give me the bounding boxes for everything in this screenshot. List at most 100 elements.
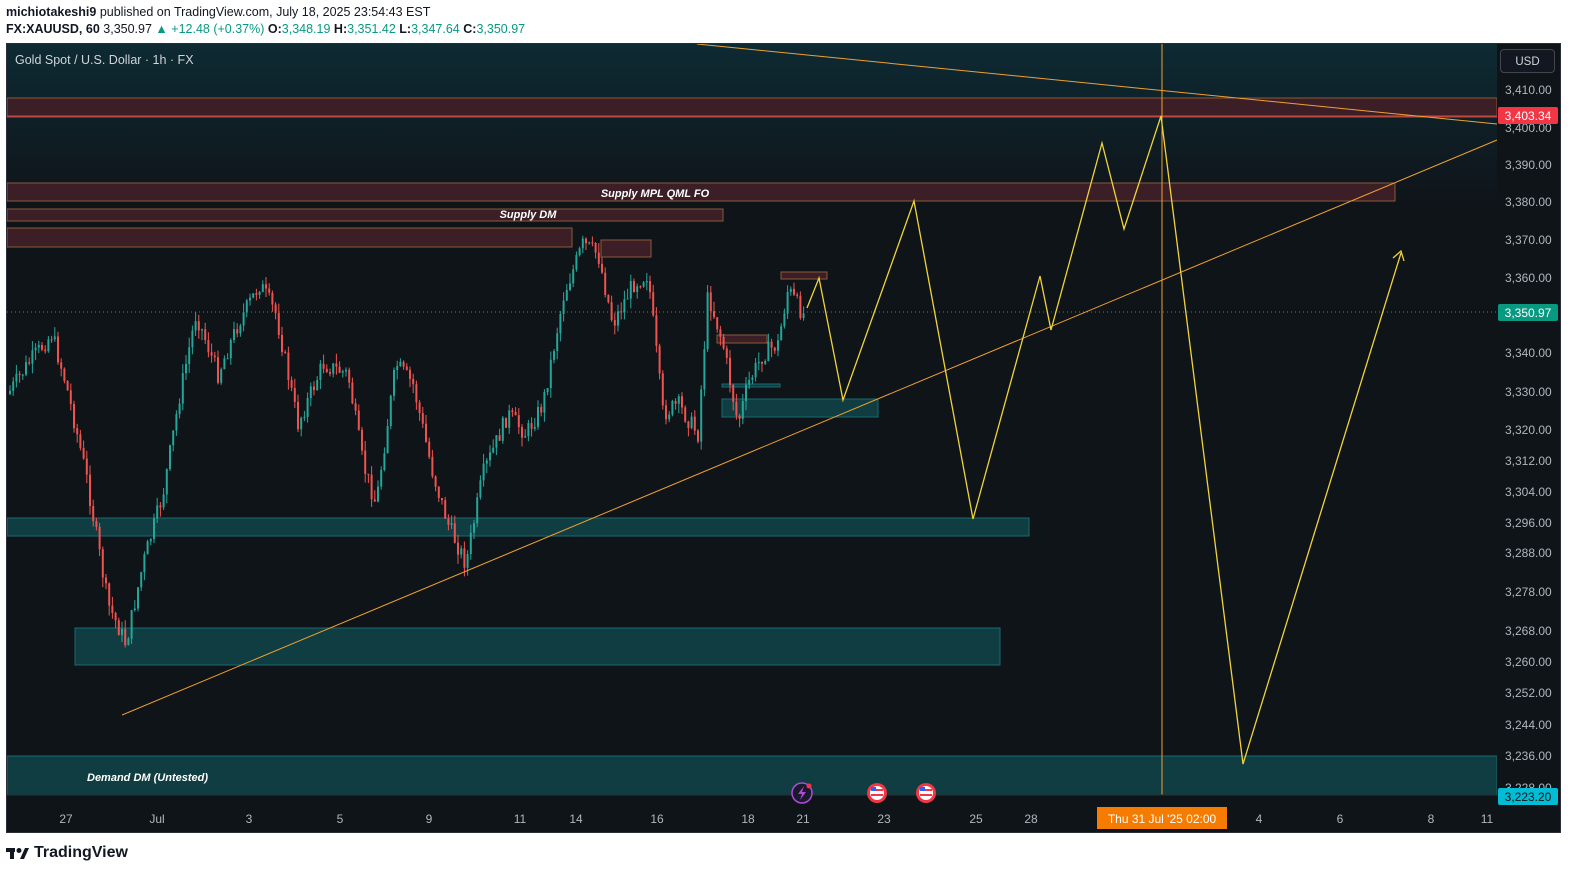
- candle-body: [553, 351, 555, 360]
- chart-frame[interactable]: Supply MPL QML FO Supply DM Demand DM (U…: [6, 43, 1561, 833]
- low-label: L:: [399, 22, 412, 36]
- candle-body: [652, 292, 655, 316]
- candle-body: [764, 361, 767, 364]
- candle-body: [217, 357, 219, 383]
- time-tick-label: 8: [1428, 812, 1435, 826]
- candle-body: [463, 548, 466, 568]
- candle-body: [319, 363, 322, 380]
- low-value: 3,347.64: [411, 22, 460, 36]
- candle-body: [98, 526, 101, 550]
- candle-body: [649, 281, 651, 293]
- demand-zone-low[interactable]: [74, 627, 1001, 666]
- time-tick-label: 27: [59, 812, 73, 826]
- candle-body: [581, 238, 584, 249]
- candle-body: [514, 412, 517, 416]
- high-label: H:: [333, 22, 348, 36]
- lightning-event-icon[interactable]: [791, 782, 813, 804]
- candle-body: [245, 300, 248, 313]
- candle-body: [396, 365, 399, 371]
- author-name[interactable]: michiotakeshi9: [6, 5, 96, 19]
- candle-body: [377, 486, 379, 502]
- time-tick-label: 14: [569, 812, 583, 826]
- supply-zone-mid[interactable]: [600, 239, 652, 258]
- candle-body: [41, 344, 43, 350]
- candle-body: [162, 494, 165, 508]
- candle-body: [105, 577, 107, 584]
- candle-body: [223, 358, 226, 370]
- candle-body: [332, 363, 335, 374]
- supply-zone-left[interactable]: [7, 227, 573, 248]
- chart-symbol-title: Gold Spot / U.S. Dollar · 1h · FX: [15, 53, 194, 67]
- candle-body: [31, 350, 34, 364]
- candle-body: [15, 373, 18, 382]
- price-tick-label: 3,330.00: [1505, 385, 1552, 399]
- price-tick-label: 3,380.00: [1505, 195, 1552, 209]
- candle-body: [617, 311, 619, 326]
- candle-body: [725, 348, 728, 358]
- candle-body: [303, 416, 306, 418]
- time-tick-label: 3: [246, 812, 253, 826]
- candle-body: [95, 520, 98, 527]
- price-tick-label: 3,288.00: [1505, 546, 1552, 560]
- time-tick-label: 21: [796, 812, 810, 826]
- candle-body: [421, 413, 424, 424]
- candle-body: [658, 345, 661, 374]
- candle-body: [687, 421, 690, 429]
- candle-body: [156, 505, 159, 519]
- candle-body: [639, 286, 642, 288]
- candle-body: [386, 426, 389, 454]
- candle-body: [309, 386, 312, 399]
- chart-canvas[interactable]: Supply MPL QML FO Supply DM Demand DM (U…: [7, 44, 1561, 833]
- demand-zone-near[interactable]: [721, 398, 879, 418]
- candle-body: [143, 554, 146, 573]
- candle-body: [300, 417, 303, 430]
- close-value: 3,350.97: [476, 22, 526, 36]
- candle-body: [402, 361, 405, 367]
- time-tick-label: 9: [426, 812, 433, 826]
- candle-body: [37, 344, 40, 348]
- price-tick-label: 3,244.00: [1505, 718, 1552, 732]
- demand-dm-zone[interactable]: [7, 755, 1498, 796]
- candle-body: [492, 447, 495, 453]
- candle-body: [517, 415, 520, 428]
- candle-body: [258, 291, 261, 295]
- tradingview-logo-icon: [6, 848, 29, 859]
- price-tick-label: 3,268.00: [1505, 624, 1552, 638]
- candle-body: [373, 499, 376, 502]
- candle-body: [191, 330, 194, 348]
- time-tick-label: 11: [514, 812, 527, 826]
- candle-body: [565, 289, 568, 301]
- time-tick-label: 28: [1024, 812, 1038, 826]
- candle-body: [709, 292, 712, 312]
- currency-button[interactable]: USD: [1500, 49, 1555, 73]
- change-value: ▲ +12.48 (+0.37%): [155, 22, 265, 36]
- candle-body: [370, 474, 373, 500]
- candle-body: [761, 361, 763, 364]
- time-tick-label: 16: [650, 812, 664, 826]
- candle-body: [89, 474, 91, 507]
- candle-body: [741, 401, 744, 419]
- candle-body: [751, 377, 754, 380]
- resistance-zone[interactable]: [7, 97, 1498, 118]
- supply-zone-small[interactable]: [780, 271, 828, 280]
- candle-body: [738, 415, 741, 419]
- candle-body: [677, 396, 680, 404]
- candle-body: [351, 382, 354, 404]
- candle-body: [453, 523, 456, 543]
- candle-body: [796, 294, 799, 296]
- candle-body: [341, 371, 344, 373]
- us-flag-event-icon[interactable]: [916, 783, 936, 803]
- candle-body: [405, 366, 408, 370]
- demand-zone-mid[interactable]: [7, 517, 1030, 537]
- candle-body: [213, 355, 216, 358]
- candle-body: [645, 281, 648, 283]
- candle-body: [79, 434, 82, 448]
- candle-body: [284, 352, 287, 354]
- candle-body: [748, 379, 751, 385]
- candle-body: [188, 347, 191, 364]
- candle-body: [53, 336, 56, 340]
- supply-dm-zone[interactable]: [7, 208, 724, 222]
- candle-body: [242, 312, 245, 326]
- candle-body: [220, 369, 223, 383]
- us-flag-event-icon[interactable]: [867, 783, 887, 803]
